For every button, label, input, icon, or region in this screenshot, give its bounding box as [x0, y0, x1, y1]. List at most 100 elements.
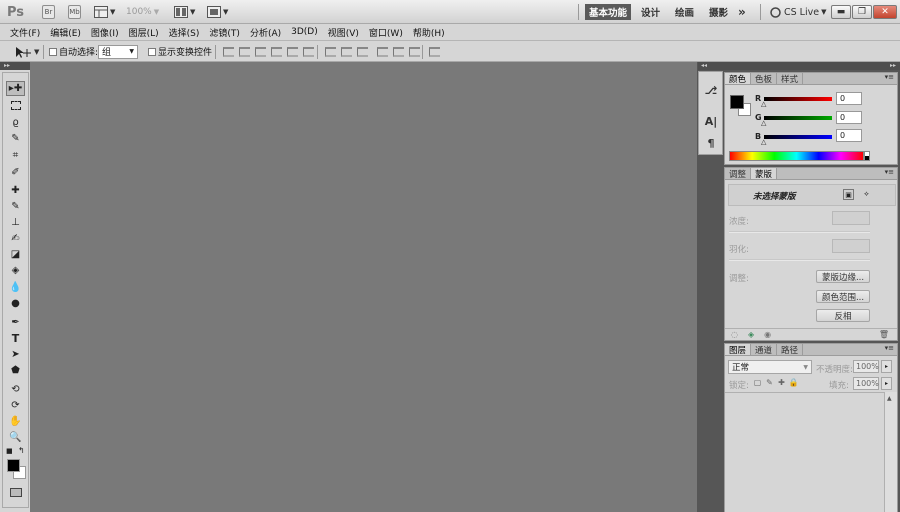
menu-filter[interactable]: 滤镜(T) — [209, 26, 240, 39]
color-spectrum-ramp[interactable] — [729, 151, 864, 161]
workspace-photography[interactable]: 摄影 — [709, 4, 728, 20]
hand-tool[interactable]: ✋ — [6, 414, 25, 429]
show-transform-controls-checkbox[interactable] — [148, 47, 156, 56]
3d-rotate-tool[interactable]: ⟲ — [6, 382, 25, 397]
bridge-button[interactable]: Br — [42, 5, 55, 19]
trash-icon[interactable]: 🗑 — [879, 330, 889, 339]
menu-select[interactable]: 选择(S) — [169, 26, 200, 39]
path-selection-tool[interactable]: ➤ — [6, 347, 25, 362]
tab-masks[interactable]: 蒙版 — [751, 168, 778, 180]
feather-input[interactable] — [832, 239, 870, 253]
black-white-ramp[interactable] — [864, 151, 870, 161]
density-slider[interactable] — [729, 231, 870, 233]
slider-thumb-icon[interactable]: △ — [761, 138, 766, 146]
tab-channels[interactable]: 通道 — [751, 344, 778, 356]
extras-dropdown[interactable]: ▼ — [94, 0, 115, 24]
align-right-icon[interactable] — [303, 46, 314, 57]
density-input[interactable] — [832, 211, 870, 225]
scroll-up-icon[interactable]: ▲ — [887, 395, 892, 402]
clone-stamp-tool[interactable]: ⊥ — [6, 215, 25, 230]
apply-mask-icon[interactable]: ◈ — [748, 330, 754, 339]
menu-layer[interactable]: 图层(L) — [129, 26, 159, 39]
history-brush-tool[interactable]: ✍ — [6, 231, 25, 246]
vector-mask-icon[interactable]: ⟡ — [861, 189, 872, 200]
fill-slider-toggle[interactable]: ▸ — [881, 377, 892, 390]
align-top-icon[interactable] — [223, 46, 234, 57]
menu-image[interactable]: 图像(I) — [91, 26, 119, 39]
distribute-bottom-icon[interactable] — [357, 46, 368, 57]
zoom-tool[interactable]: 🔍 — [6, 430, 25, 445]
channel-r-slider[interactable] — [764, 97, 832, 101]
menu-edit[interactable]: 编辑(E) — [50, 26, 81, 39]
menu-window[interactable]: 窗口(W) — [369, 26, 403, 39]
distribute-vertical-center-icon[interactable] — [341, 46, 352, 57]
mask-edge-button[interactable]: 蒙版边缘... — [816, 270, 870, 283]
opacity-slider-toggle[interactable]: ▸ — [881, 360, 892, 373]
auto-select-checkbox[interactable] — [49, 47, 57, 56]
dodge-tool[interactable]: ● — [6, 296, 25, 311]
opacity-input[interactable]: 100% — [853, 360, 879, 373]
color-range-button[interactable]: 颜色范围... — [816, 290, 870, 303]
mini-bridge-button[interactable]: Mb — [68, 5, 81, 19]
slider-thumb-icon[interactable]: △ — [761, 100, 766, 108]
eyedropper-tool[interactable]: ✐ — [6, 165, 25, 180]
character-panel-icon[interactable]: A| — [703, 114, 719, 128]
workspace-painting[interactable]: 绘画 — [675, 4, 694, 20]
feather-slider[interactable] — [729, 259, 870, 261]
foreground-color-swatch[interactable] — [7, 459, 20, 472]
quick-select-tool[interactable]: ✎ — [6, 131, 25, 146]
brush-tool[interactable]: ✎ — [6, 199, 25, 214]
more-workspaces-button[interactable]: » — [738, 4, 746, 20]
dock-collapse-bar[interactable]: ◂◂ — [698, 62, 724, 70]
shape-tool[interactable]: ⬟ — [6, 363, 25, 378]
healing-brush-tool[interactable]: ✚ — [6, 183, 25, 198]
workspace-essentials[interactable]: 基本功能 — [585, 4, 631, 20]
type-tool[interactable]: T — [6, 331, 25, 346]
auto-align-layers-icon[interactable] — [429, 46, 440, 57]
distribute-right-icon[interactable] — [409, 46, 420, 57]
toolbox-collapse-bar[interactable]: ▸▸ — [0, 62, 30, 70]
tab-swatches[interactable]: 色板 — [751, 73, 778, 85]
tab-adjustments[interactable]: 调整 — [725, 168, 752, 180]
lock-position-icon[interactable]: ✚ — [777, 378, 786, 387]
pixel-mask-icon[interactable]: ▣ — [843, 189, 854, 200]
menu-analysis[interactable]: 分析(A) — [250, 26, 281, 39]
history-panel-icon[interactable]: ⎇ — [703, 83, 719, 97]
panel-menu-icon[interactable]: ▾≡ — [885, 168, 894, 176]
paint-bucket-tool[interactable]: ◈ — [6, 263, 25, 278]
layers-scrollbar[interactable]: ▲ — [884, 392, 897, 512]
zoom-level[interactable]: 100% ▼ — [126, 0, 170, 24]
lock-transparency-icon[interactable]: ▢ — [753, 378, 762, 387]
channel-b-slider[interactable] — [764, 135, 832, 139]
paragraph-panel-icon[interactable]: ¶ — [703, 136, 719, 150]
channel-g-slider[interactable] — [764, 116, 832, 120]
menu-file[interactable]: 文件(F) — [10, 26, 40, 39]
tool-preset-picker[interactable]: ▼ — [14, 41, 39, 62]
distribute-left-icon[interactable] — [377, 46, 388, 57]
disable-mask-icon[interactable]: ◉ — [764, 330, 771, 339]
distribute-top-icon[interactable] — [325, 46, 336, 57]
arrange-documents-dropdown[interactable]: ▼ — [174, 0, 195, 24]
panel-menu-icon[interactable]: ▾≡ — [885, 344, 894, 352]
slider-thumb-icon[interactable]: △ — [761, 119, 766, 127]
align-left-icon[interactable] — [271, 46, 282, 57]
marquee-tool[interactable] — [6, 98, 25, 113]
quick-mask-button[interactable] — [6, 485, 25, 500]
auto-select-target-select[interactable]: 组 ▼ — [98, 44, 138, 59]
swap-colors-icon[interactable]: ↰ — [18, 446, 25, 455]
lock-all-icon[interactable]: 🔒 — [789, 378, 799, 387]
align-bottom-icon[interactable] — [255, 46, 266, 57]
restore-button[interactable]: ❐ — [852, 5, 872, 19]
workspace-design[interactable]: 设计 — [641, 4, 660, 20]
invert-button[interactable]: 反相 — [816, 309, 870, 322]
panels-collapse-bar[interactable]: ▸▸ — [724, 62, 900, 70]
screen-mode-dropdown[interactable]: ▼ — [207, 0, 228, 24]
move-tool[interactable]: ▸✚ — [6, 81, 25, 96]
eraser-tool[interactable]: ◪ — [6, 247, 25, 262]
menu-3d[interactable]: 3D(D) — [291, 27, 318, 37]
channel-b-input[interactable]: 0 — [836, 129, 862, 142]
channel-r-input[interactable]: 0 — [836, 92, 862, 105]
align-vertical-center-icon[interactable] — [239, 46, 250, 57]
minimize-button[interactable]: ▬ — [831, 5, 851, 19]
channel-g-input[interactable]: 0 — [836, 111, 862, 124]
